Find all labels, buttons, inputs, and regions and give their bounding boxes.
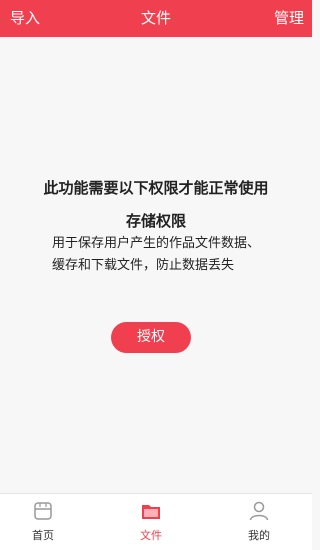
permission-panel: 此功能需要以下权限才能正常使用 存储权限 用于保存用户产生的作品文件数据、缓存和…: [0, 37, 312, 493]
tab-mine-label: 我的: [248, 529, 270, 542]
tab-home[interactable]: 首页: [8, 494, 78, 550]
manage-button[interactable]: 管理: [274, 7, 304, 28]
tab-mine[interactable]: 我的: [224, 494, 294, 550]
tab-home-label: 首页: [32, 529, 54, 542]
folder-icon: [142, 505, 160, 519]
page-title: 文件: [140, 9, 171, 27]
tab-files[interactable]: 文件: [116, 494, 186, 550]
tab-bar: 首页 文件 我的: [0, 493, 312, 550]
user-icon: [249, 501, 269, 521]
tab-files-label: 文件: [140, 529, 162, 542]
permission-name: 存储权限: [125, 212, 186, 230]
permission-description: 用于保存用户产生的作品文件数据、缓存和下载文件，防止数据丢失: [52, 236, 261, 273]
permission-heading: 此功能需要以下权限才能正常使用: [43, 179, 269, 197]
top-bar: 导入 文件 管理: [0, 0, 312, 37]
authorize-button[interactable]: 授权: [111, 322, 191, 353]
home-icon: [34, 502, 52, 520]
